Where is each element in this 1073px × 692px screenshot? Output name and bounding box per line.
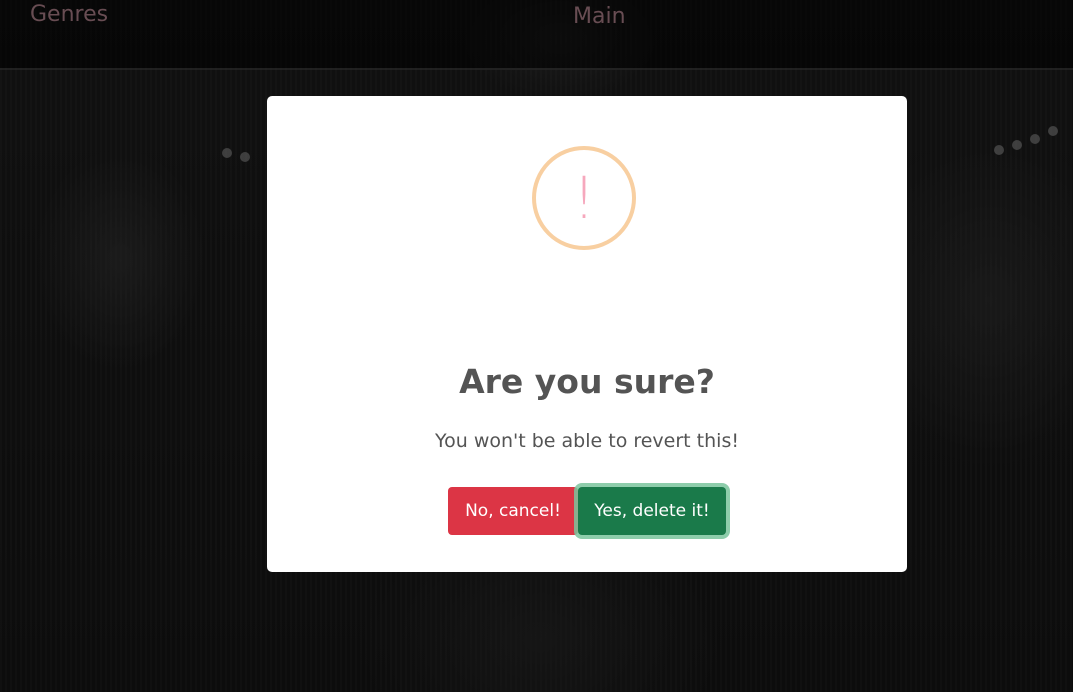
dialog-text: You won't be able to revert this!	[435, 430, 739, 452]
confirm-delete-button[interactable]: Yes, delete it!	[578, 487, 726, 535]
dialog-title: Are you sure?	[459, 362, 715, 401]
warning-icon: !	[532, 146, 636, 250]
confirm-dialog: ! Are you sure? You won't be able to rev…	[267, 96, 907, 572]
exclamation-icon: !	[572, 164, 596, 232]
cancel-button[interactable]: No, cancel!	[448, 487, 578, 535]
page: Genres Main ! Are you sure? You won't be…	[0, 0, 1073, 692]
